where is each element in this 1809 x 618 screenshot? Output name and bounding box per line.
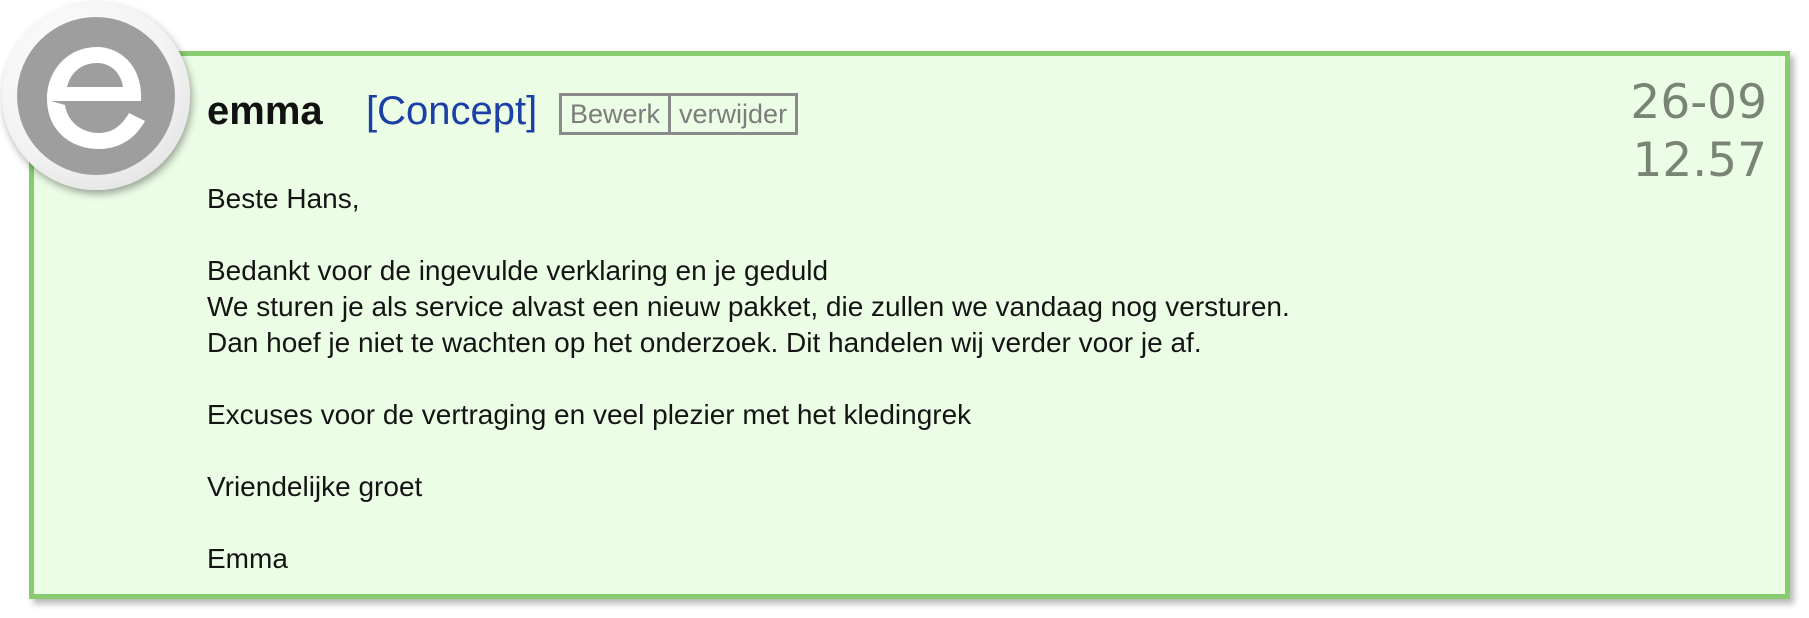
edit-button[interactable]: Bewerk bbox=[562, 96, 668, 132]
avatar bbox=[2, 2, 190, 190]
body-line: Excuses voor de vertraging en veel plezi… bbox=[207, 399, 972, 430]
body-line bbox=[207, 433, 1607, 469]
timestamp-time: 12.57 bbox=[1632, 133, 1767, 188]
body-line: Emma bbox=[207, 543, 288, 574]
body-line: Dan hoef je niet te wachten op het onder… bbox=[207, 327, 1202, 358]
body-line bbox=[207, 217, 1607, 253]
body-line bbox=[207, 361, 1607, 397]
body-line: Bedankt voor de ingevulde verklaring en … bbox=[207, 255, 829, 286]
body-line bbox=[207, 505, 1607, 541]
message-body: Beste Hans, Bedankt voor de ingevulde ve… bbox=[207, 181, 1607, 577]
timestamp-date: 26-09 bbox=[1630, 75, 1767, 130]
body-line: Vriendelijke groet bbox=[207, 471, 423, 502]
body-line: We sturen je als service alvast een nieu… bbox=[207, 291, 1290, 322]
timestamp: 26-09 12.57 bbox=[1630, 74, 1767, 190]
action-button-group: Bewerk verwijder bbox=[559, 93, 799, 135]
body-line: Beste Hans, bbox=[207, 183, 360, 214]
emma-logo-e-icon bbox=[17, 17, 175, 175]
author-name: emma bbox=[207, 89, 323, 133]
status-label: [Concept] bbox=[366, 89, 538, 133]
delete-button[interactable]: verwijder bbox=[668, 96, 795, 132]
